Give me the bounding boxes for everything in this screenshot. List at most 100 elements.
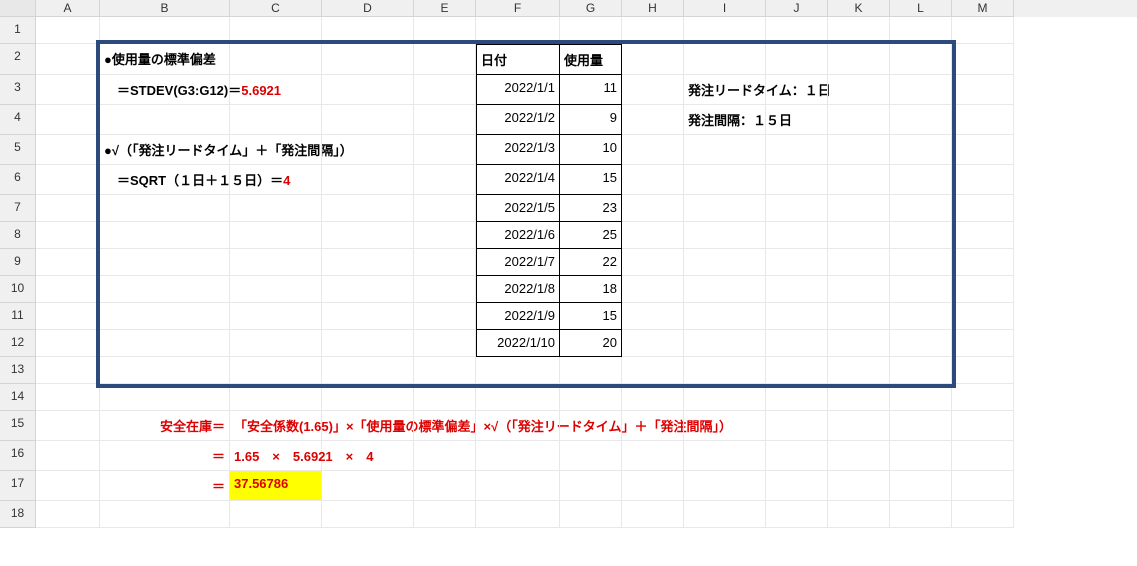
cell-E10[interactable] bbox=[414, 276, 476, 303]
row-header-2[interactable]: 2 bbox=[0, 44, 36, 75]
cell-J16[interactable] bbox=[766, 441, 828, 471]
row-header-7[interactable]: 7 bbox=[0, 195, 36, 222]
cell-E17[interactable] bbox=[414, 471, 476, 501]
cell-L7[interactable] bbox=[890, 195, 952, 222]
cell-M6[interactable] bbox=[952, 165, 1014, 195]
row-header-16[interactable]: 16 bbox=[0, 441, 36, 471]
table-date-row6[interactable]: 2022/1/4 bbox=[476, 165, 560, 195]
cell-C14[interactable] bbox=[230, 384, 322, 411]
cell-A16[interactable] bbox=[36, 441, 100, 471]
cell-J2[interactable] bbox=[766, 44, 828, 75]
cell-I2[interactable] bbox=[684, 44, 766, 75]
cell-F14[interactable] bbox=[476, 384, 560, 411]
cell-H5[interactable] bbox=[622, 135, 684, 165]
cell-E18[interactable] bbox=[414, 501, 476, 528]
cell-H8[interactable] bbox=[622, 222, 684, 249]
cell-E1[interactable] bbox=[414, 17, 476, 44]
cell-D2[interactable] bbox=[322, 44, 414, 75]
cell-B2[interactable]: ●使用量の標準偏差 bbox=[100, 44, 230, 75]
cell-C3[interactable] bbox=[230, 75, 322, 105]
cell-L18[interactable] bbox=[890, 501, 952, 528]
safety-stock-label[interactable]: 安全在庫＝ bbox=[100, 411, 230, 441]
cell-F15[interactable] bbox=[476, 411, 560, 441]
cell-I15[interactable] bbox=[684, 411, 766, 441]
cell-B5[interactable]: ●√（「発注リードタイム」＋「発注間隔」） bbox=[100, 135, 230, 165]
cell-D16[interactable] bbox=[322, 441, 414, 471]
cell-M9[interactable] bbox=[952, 249, 1014, 276]
row-header-5[interactable]: 5 bbox=[0, 135, 36, 165]
row-header-9[interactable]: 9 bbox=[0, 249, 36, 276]
cell-I11[interactable] bbox=[684, 303, 766, 330]
col-header-J[interactable]: J bbox=[766, 0, 828, 17]
cell-C2[interactable] bbox=[230, 44, 322, 75]
cell-G14[interactable] bbox=[560, 384, 622, 411]
cell-L5[interactable] bbox=[890, 135, 952, 165]
cell-L3[interactable] bbox=[890, 75, 952, 105]
cell-H14[interactable] bbox=[622, 384, 684, 411]
cell-K13[interactable] bbox=[828, 357, 890, 384]
cell-M11[interactable] bbox=[952, 303, 1014, 330]
table-header-usage[interactable]: 使用量 bbox=[560, 44, 622, 75]
cell-J14[interactable] bbox=[766, 384, 828, 411]
cell-L10[interactable] bbox=[890, 276, 952, 303]
cell-F18[interactable] bbox=[476, 501, 560, 528]
cell-F13[interactable] bbox=[476, 357, 560, 384]
cell-H16[interactable] bbox=[622, 441, 684, 471]
cell-L2[interactable] bbox=[890, 44, 952, 75]
table-usage-row5[interactable]: 10 bbox=[560, 135, 622, 165]
cell-K17[interactable] bbox=[828, 471, 890, 501]
cell-B8[interactable] bbox=[100, 222, 230, 249]
cell-H13[interactable] bbox=[622, 357, 684, 384]
interval-label[interactable]: 発注間隔：１５日 bbox=[684, 105, 766, 135]
cell-J15[interactable] bbox=[766, 411, 828, 441]
cell-D14[interactable] bbox=[322, 384, 414, 411]
cell-B14[interactable] bbox=[100, 384, 230, 411]
cell-M5[interactable] bbox=[952, 135, 1014, 165]
cell-H3[interactable] bbox=[622, 75, 684, 105]
cell-K1[interactable] bbox=[828, 17, 890, 44]
cell-A13[interactable] bbox=[36, 357, 100, 384]
cell-L15[interactable] bbox=[890, 411, 952, 441]
cell-M4[interactable] bbox=[952, 105, 1014, 135]
cell-L9[interactable] bbox=[890, 249, 952, 276]
cell-C9[interactable] bbox=[230, 249, 322, 276]
cell-C6[interactable] bbox=[230, 165, 322, 195]
cell-D10[interactable] bbox=[322, 276, 414, 303]
cell-J7[interactable] bbox=[766, 195, 828, 222]
cell-J11[interactable] bbox=[766, 303, 828, 330]
cell-I16[interactable] bbox=[684, 441, 766, 471]
cell-M17[interactable] bbox=[952, 471, 1014, 501]
lead-time-label[interactable]: 発注リードタイム：１日 bbox=[684, 75, 766, 105]
row-header-18[interactable]: 18 bbox=[0, 501, 36, 528]
cell-L1[interactable] bbox=[890, 17, 952, 44]
cell-D8[interactable] bbox=[322, 222, 414, 249]
cell-D13[interactable] bbox=[322, 357, 414, 384]
cell-L6[interactable] bbox=[890, 165, 952, 195]
safety-stock-calc[interactable]: 1.65 × 5.6921 × 4 bbox=[230, 441, 322, 471]
cell-A9[interactable] bbox=[36, 249, 100, 276]
cell-M18[interactable] bbox=[952, 501, 1014, 528]
row-header-11[interactable]: 11 bbox=[0, 303, 36, 330]
row-header-14[interactable]: 14 bbox=[0, 384, 36, 411]
cell-H9[interactable] bbox=[622, 249, 684, 276]
cell-H6[interactable] bbox=[622, 165, 684, 195]
cell-L8[interactable] bbox=[890, 222, 952, 249]
cell-M2[interactable] bbox=[952, 44, 1014, 75]
cell-L4[interactable] bbox=[890, 105, 952, 135]
cell-D3[interactable] bbox=[322, 75, 414, 105]
col-header-M[interactable]: M bbox=[952, 0, 1014, 17]
table-usage-row7[interactable]: 23 bbox=[560, 195, 622, 222]
cell-I5[interactable] bbox=[684, 135, 766, 165]
cell-E12[interactable] bbox=[414, 330, 476, 357]
cell-H10[interactable] bbox=[622, 276, 684, 303]
cell-A2[interactable] bbox=[36, 44, 100, 75]
cell-B3[interactable]: ＝STDEV(G3:G12)＝5.6921 bbox=[100, 75, 230, 105]
cell-B12[interactable] bbox=[100, 330, 230, 357]
cell-A15[interactable] bbox=[36, 411, 100, 441]
cell-I13[interactable] bbox=[684, 357, 766, 384]
cell-E8[interactable] bbox=[414, 222, 476, 249]
table-date-row7[interactable]: 2022/1/5 bbox=[476, 195, 560, 222]
row-header-1[interactable]: 1 bbox=[0, 17, 36, 44]
cell-K4[interactable] bbox=[828, 105, 890, 135]
cell-I10[interactable] bbox=[684, 276, 766, 303]
